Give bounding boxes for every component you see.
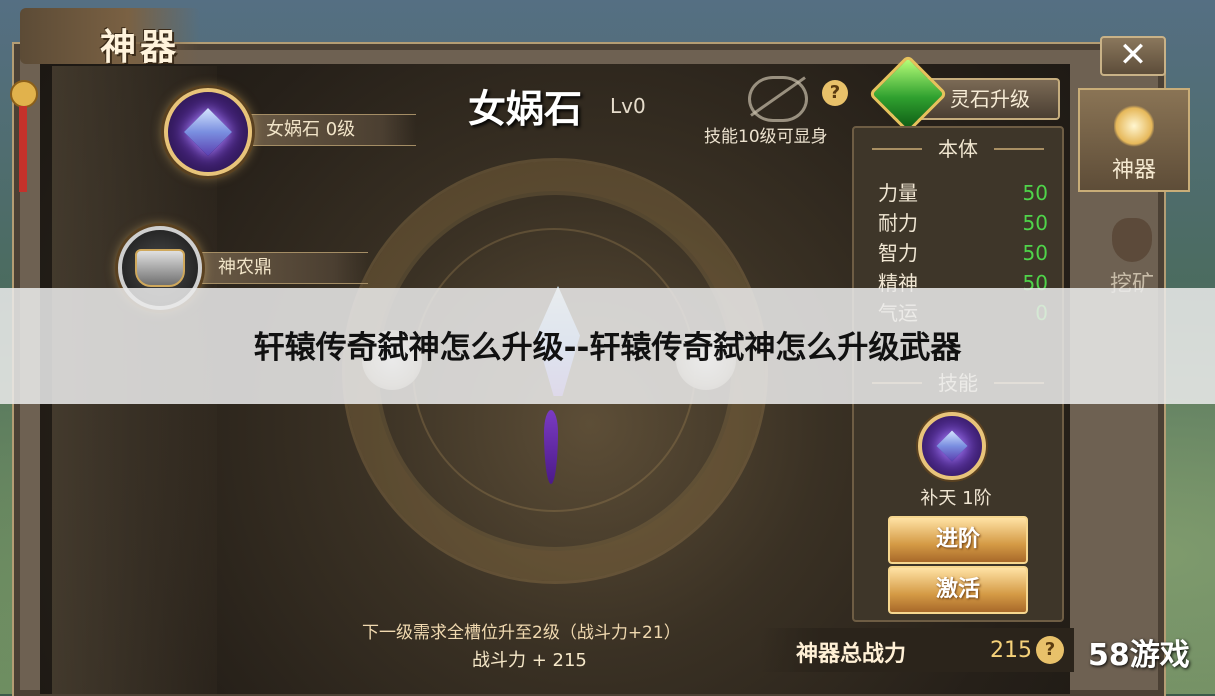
stat-name: 智力 — [878, 241, 918, 265]
tab-artifact[interactable]: 神器 — [1078, 88, 1190, 192]
item-list-entry-shennong[interactable]: 神农鼎 — [200, 252, 368, 284]
crystal-icon — [183, 107, 233, 157]
upgrade-label: 灵石升级 — [950, 87, 1030, 111]
help-icon[interactable]: ? — [822, 80, 848, 106]
close-button[interactable]: ✕ — [1100, 36, 1166, 76]
crystal-icon — [936, 430, 968, 462]
artifact-level: Lv0 — [610, 94, 646, 118]
help-icon[interactable]: ? — [1036, 636, 1064, 664]
skill-icon[interactable] — [918, 412, 986, 480]
tab-label: 神器 — [1111, 158, 1156, 183]
advance-button[interactable]: 进阶 — [888, 516, 1028, 564]
article-title-banner: 轩辕传奇弑神怎么升级--轩辕传奇弑神怎么升级武器 — [0, 288, 1215, 404]
item-list-entry-nuwa[interactable]: 女娲石 0级 — [248, 114, 416, 146]
hidden-eye-icon[interactable] — [748, 76, 808, 122]
stat-name: 力量 — [878, 181, 918, 205]
stat-value: 50 — [1022, 181, 1048, 205]
stat-value: 50 — [1022, 211, 1048, 235]
stat-row: 力量 50 — [878, 178, 1048, 208]
stat-row: 智力 50 — [878, 238, 1048, 268]
activate-button[interactable]: 激活 — [888, 566, 1028, 614]
window-title-plate: 神器 — [20, 8, 200, 68]
item-label: 神农鼎 — [218, 257, 272, 278]
stat-value: 50 — [1022, 241, 1048, 265]
total-power-value: 215 — [990, 638, 1032, 663]
upgrade-requirement: 下一级需求全槽位升至2级（战斗力+21） — [362, 623, 681, 643]
item-label: 女娲石 0级 — [266, 119, 356, 140]
stat-name: 耐力 — [878, 211, 918, 235]
stat-row: 耐力 50 — [878, 208, 1048, 238]
close-icon: ✕ — [1118, 35, 1148, 75]
skill-name: 补天 1阶 — [920, 488, 992, 509]
item-slot-nuwa[interactable] — [164, 88, 252, 176]
skill-hint: 技能10级可显身 — [704, 127, 828, 147]
power-bonus: 战斗力 + 215 — [472, 650, 587, 671]
article-title: 轩辕传奇弑神怎么升级--轩辕传奇弑神怎么升级武器 — [253, 330, 962, 366]
artifact-name: 女娲石 — [468, 86, 583, 131]
artifact-tab-icon — [1114, 104, 1154, 148]
window-title: 神器 — [100, 26, 181, 68]
body-section-header: 本体 — [854, 134, 1062, 164]
site-watermark: 58游戏 — [1088, 638, 1190, 673]
total-power-label: 神器总战力 — [796, 641, 907, 667]
mining-bag-icon — [1112, 218, 1152, 262]
cauldron-icon — [135, 249, 185, 287]
quest-tag-icon[interactable] — [10, 80, 38, 192]
